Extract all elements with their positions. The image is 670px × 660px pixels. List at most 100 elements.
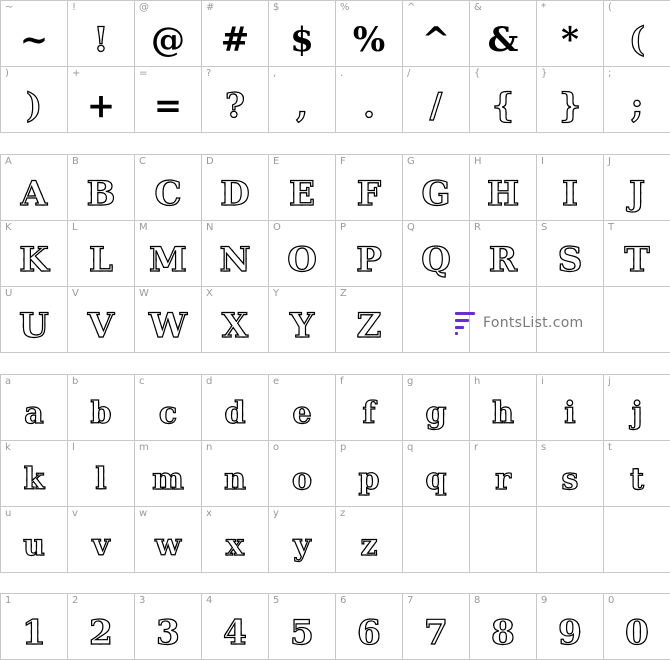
- glyph-cell: II: [537, 155, 604, 221]
- glyph-cell: QQ: [403, 221, 470, 287]
- glyph-cell: $ $: [269, 1, 336, 67]
- glyph-sample: 2: [68, 606, 134, 659]
- glyph-sample: W: [135, 299, 201, 352]
- glyph-sample: ): [1, 79, 67, 132]
- glyph-label: (: [608, 2, 612, 13]
- glyph-sample: S: [537, 233, 603, 286]
- glyph-cell: !!: [68, 1, 135, 67]
- glyph-sample: c: [135, 387, 201, 440]
- glyph-cell: 99: [537, 594, 604, 660]
- glyph-cell: LL: [68, 221, 135, 287]
- glyph-label: &: [474, 2, 482, 13]
- glyph-sample: l: [68, 453, 134, 506]
- glyph-sample: e: [269, 387, 335, 440]
- glyph-cell: 11: [1, 594, 68, 660]
- glyph-sample: +: [86, 85, 116, 126]
- glyph-sample: p: [336, 453, 402, 506]
- glyph-label: D: [206, 156, 214, 167]
- glyph-sample: /: [403, 79, 469, 132]
- glyph-sample: t: [604, 453, 670, 506]
- glyph-sample: G: [403, 167, 469, 220]
- glyph-sample: A: [1, 167, 67, 220]
- glyph-cell: ll: [68, 441, 135, 507]
- glyph-cell: 55: [269, 594, 336, 660]
- glyph-cell: yy: [269, 507, 336, 573]
- glyph-label: 9: [541, 595, 548, 606]
- glyph-cell: XX: [202, 287, 269, 353]
- glyph-label: l: [72, 442, 75, 453]
- fontslist-logo-icon: [455, 310, 477, 336]
- glyph-label: O: [273, 222, 281, 233]
- glyph-sample: N: [202, 233, 268, 286]
- glyph-cell: cc: [135, 375, 202, 441]
- glyph-cell: nn: [202, 441, 269, 507]
- glyph-label: 0: [608, 595, 615, 606]
- glyph-label: x: [206, 508, 212, 519]
- glyph-sample: m: [135, 453, 201, 506]
- glyph-sample: f: [336, 387, 402, 440]
- glyph-label: u: [5, 508, 12, 519]
- glyph-label: B: [72, 156, 79, 167]
- glyph-label: C: [139, 156, 146, 167]
- glyph-label: I: [541, 156, 544, 167]
- glyph-label: @: [139, 2, 149, 13]
- glyph-sample: ;: [604, 79, 670, 132]
- glyph-cell: = =: [135, 67, 202, 133]
- glyph-cell: VV: [68, 287, 135, 353]
- glyph-label: X: [206, 288, 213, 299]
- glyph-sample: *: [561, 19, 579, 60]
- glyph-sample: T: [604, 233, 670, 286]
- glyph-cell: / /: [403, 67, 470, 133]
- glyph-sample: q: [403, 453, 469, 506]
- glyph-label: p: [340, 442, 347, 453]
- glyph-label: L: [72, 222, 78, 233]
- glyph-cell: ??: [202, 67, 269, 133]
- glyph-cell: kk: [1, 441, 68, 507]
- glyph-cell: KK: [1, 221, 68, 287]
- glyph-label: P: [340, 222, 347, 233]
- glyph-cell: mm: [135, 441, 202, 507]
- glyph-cell: PP: [336, 221, 403, 287]
- glyph-label: W: [139, 288, 149, 299]
- glyph-label: {: [474, 68, 481, 79]
- glyph-sample: ?: [202, 79, 268, 132]
- glyph-cell: ZZ: [336, 287, 403, 353]
- glyph-sample: }: [537, 79, 603, 132]
- glyph-cell: )): [1, 67, 68, 133]
- glyph-sample: b: [68, 387, 134, 440]
- glyph-cell: HH: [470, 155, 537, 221]
- glyph-sample: #: [220, 19, 250, 60]
- glyph-label: c: [139, 376, 145, 387]
- glyph-sample: M: [135, 233, 201, 286]
- glyph-label: Y: [273, 288, 280, 299]
- glyph-cell: CC: [135, 155, 202, 221]
- glyph-label: Q: [407, 222, 415, 233]
- glyph-label: 5: [273, 595, 280, 606]
- glyph-label: A: [5, 156, 12, 167]
- glyph-label: e: [273, 376, 280, 387]
- glyph-sample: O: [269, 233, 335, 286]
- glyph-sample: E: [269, 167, 335, 220]
- glyph-label: ^: [407, 2, 416, 13]
- glyph-cell: [470, 507, 537, 573]
- glyph-label: R: [474, 222, 481, 233]
- glyph-cell: ~ ~: [1, 1, 68, 67]
- glyph-label: s: [541, 442, 547, 453]
- glyph-sample: P: [336, 233, 402, 286]
- glyph-sample: K: [1, 233, 67, 286]
- glyph-label: q: [407, 442, 414, 453]
- glyph-label: ?: [206, 68, 212, 79]
- glyph-sample: i: [537, 387, 603, 440]
- glyph-sample: V: [68, 299, 134, 352]
- glyph-label: m: [139, 442, 149, 453]
- glyph-sample: j: [604, 387, 670, 440]
- glyph-cell: WW: [135, 287, 202, 353]
- glyph-sample: g: [403, 387, 469, 440]
- glyph-cell: RR: [470, 221, 537, 287]
- glyph-cell: TT: [604, 221, 670, 287]
- glyph-sample: n: [202, 453, 268, 506]
- watermark-text: FontsList.com: [483, 315, 584, 331]
- glyph-label: =: [139, 68, 148, 79]
- glyph-label: !: [72, 2, 77, 13]
- glyph-label: S: [541, 222, 548, 233]
